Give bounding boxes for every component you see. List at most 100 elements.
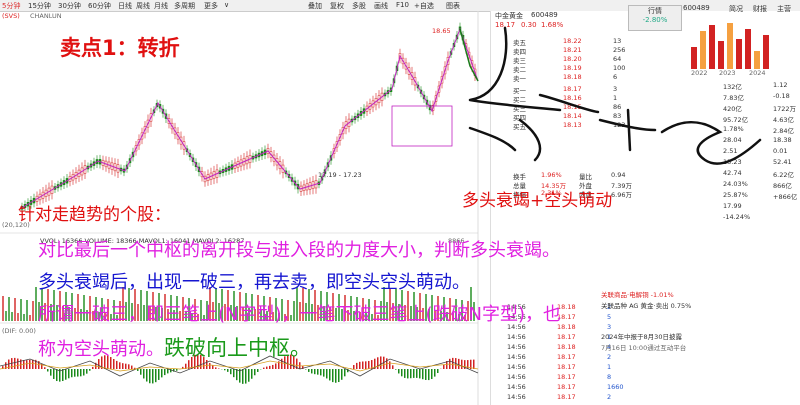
tab-profile[interactable]: 简况 bbox=[729, 4, 743, 14]
financial-bar bbox=[745, 29, 751, 69]
tab-month[interactable]: 月线 bbox=[154, 1, 168, 11]
fundamental-value: 42.74 bbox=[723, 169, 742, 177]
market-badge[interactable]: 行情 -2.80% bbox=[628, 5, 682, 31]
macd-bar bbox=[116, 360, 118, 369]
tick-time: 14:56 bbox=[507, 333, 526, 341]
macd-bar bbox=[413, 369, 415, 378]
annotation-exhaustion: 多头衰竭+空头萌动 bbox=[462, 191, 613, 211]
macd-bar bbox=[128, 364, 130, 369]
tab-week[interactable]: 周线 bbox=[136, 1, 150, 11]
ask-price: 18.21 bbox=[563, 46, 582, 54]
macd-bar bbox=[143, 369, 145, 379]
macd-bar bbox=[317, 369, 319, 375]
financial-bar bbox=[700, 31, 706, 69]
macd-bar bbox=[47, 369, 49, 372]
stat-value: 1.96% bbox=[541, 171, 562, 179]
macd-label: (DIF: 0.00) bbox=[2, 327, 36, 335]
macd-bar bbox=[437, 369, 439, 374]
financial-bar-chart bbox=[691, 23, 769, 69]
macd-bar bbox=[158, 369, 160, 380]
volume-bar bbox=[2, 296, 4, 321]
multi-stock-button[interactable]: 多股 bbox=[352, 1, 366, 11]
tab-multi[interactable]: 多周期 bbox=[174, 1, 195, 11]
macd-bar bbox=[29, 359, 31, 369]
news-copper[interactable]: 关联商品·电解铜 -1.01% bbox=[601, 289, 674, 299]
add-watch-button[interactable]: +自选 bbox=[414, 1, 434, 11]
tab-financial[interactable]: 财报 bbox=[753, 4, 767, 14]
financial-bar bbox=[763, 35, 769, 69]
macd-bar bbox=[245, 369, 247, 384]
fundamental-value: 18.38 bbox=[773, 136, 792, 144]
chart-button[interactable]: 图表 bbox=[446, 1, 460, 11]
annotation-line-1: 对比最后一个中枢的离开段与进入段的力度大小，判断多头衰竭。 bbox=[38, 240, 560, 261]
ask-price: 18.22 bbox=[563, 37, 582, 45]
macd-bar bbox=[431, 369, 433, 380]
tab-dropdown[interactable]: ∨ bbox=[224, 1, 229, 9]
macd-bar bbox=[428, 369, 430, 381]
macd-bar bbox=[74, 369, 76, 377]
ask-volume: 256 bbox=[613, 46, 626, 54]
macd-bar bbox=[137, 369, 139, 371]
macd-bar bbox=[344, 369, 346, 377]
macd-bar bbox=[65, 369, 67, 380]
macd-bar bbox=[392, 365, 394, 369]
macd-bar bbox=[269, 365, 271, 369]
stat-value: 6.96万 bbox=[611, 191, 632, 199]
tick-volume: 2 bbox=[607, 353, 612, 361]
tab-day[interactable]: 日线 bbox=[118, 1, 132, 11]
volume-bar bbox=[14, 298, 16, 321]
macd-bar bbox=[119, 362, 121, 369]
ask-price: 18.19 bbox=[563, 64, 582, 72]
tick-price: 18.17 bbox=[557, 353, 576, 361]
macd-bar bbox=[77, 369, 79, 377]
macd-bar bbox=[41, 363, 43, 369]
overlay-button[interactable]: 叠加 bbox=[308, 1, 322, 11]
macd-bar bbox=[164, 369, 166, 376]
macd-bar bbox=[353, 365, 355, 369]
macd-bar bbox=[140, 369, 142, 375]
macd-bar bbox=[365, 361, 367, 369]
macd-bar bbox=[149, 369, 151, 384]
macd-bar bbox=[368, 360, 370, 369]
macd-bar bbox=[227, 369, 229, 372]
f10-button[interactable]: F10 bbox=[396, 1, 409, 9]
macd-bar bbox=[338, 369, 340, 383]
tick-time: 14:56 bbox=[507, 373, 526, 381]
macd-bar bbox=[389, 361, 391, 369]
tick-time: 14:56 bbox=[507, 383, 526, 391]
macd-bar bbox=[326, 369, 328, 379]
macd-bar bbox=[176, 369, 178, 371]
tab-15min[interactable]: 15分钟 bbox=[28, 1, 51, 11]
macd-bar bbox=[419, 369, 421, 379]
macd-bar bbox=[404, 369, 406, 378]
macd-bar bbox=[236, 369, 238, 381]
macd-bar bbox=[251, 369, 253, 379]
tab-more[interactable]: 更多 bbox=[204, 1, 218, 11]
macd-bar bbox=[167, 369, 169, 374]
financial-bar bbox=[709, 25, 715, 69]
macd-bar bbox=[401, 369, 403, 377]
bid-volume: 83 bbox=[613, 112, 622, 120]
bid-volume: 1 bbox=[613, 94, 618, 102]
macd-bar bbox=[32, 359, 34, 369]
macd-bar bbox=[254, 369, 256, 376]
macd-bar bbox=[407, 369, 409, 379]
macd-bar bbox=[50, 369, 52, 376]
news-interaction[interactable]: 7月16日 10:00通过互动平台 bbox=[601, 342, 686, 352]
fundamental-value: -14.24% bbox=[723, 213, 751, 221]
adjust-button[interactable]: 复权 bbox=[330, 1, 344, 11]
ask-price: 18.20 bbox=[563, 55, 582, 63]
macd-bar bbox=[233, 369, 235, 378]
news-gold[interactable]: 关联品种 AG 黄金·卖出 0.75% bbox=[601, 300, 691, 310]
macd-bar bbox=[83, 369, 85, 376]
tab-5min[interactable]: 5分钟 bbox=[2, 1, 20, 11]
tab-30min[interactable]: 30分钟 bbox=[58, 1, 81, 11]
macd-bar bbox=[356, 362, 358, 369]
tab-60min[interactable]: 60分钟 bbox=[88, 1, 111, 11]
news-report-date[interactable]: 2024年中报于8月30日披露 bbox=[601, 331, 682, 341]
fundamental-value: 132亿 bbox=[723, 83, 742, 91]
bid-price: 18.16 bbox=[563, 94, 582, 102]
tab-business[interactable]: 主营 bbox=[777, 4, 791, 14]
draw-button[interactable]: 画线 bbox=[374, 1, 388, 11]
macd-bar bbox=[26, 360, 28, 369]
